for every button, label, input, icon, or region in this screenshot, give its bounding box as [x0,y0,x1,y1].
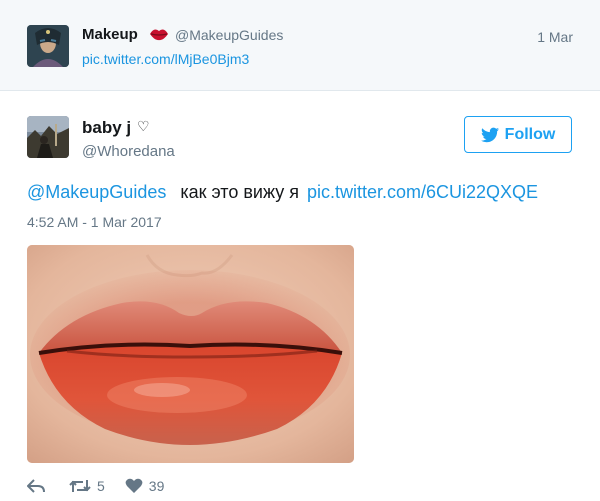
quoted-avatar-image [27,25,69,67]
author-name-heart: ♡ [137,118,150,134]
lips-kiss-icon [149,24,169,49]
quoted-tweet[interactable]: Makeup @MakeupGuides 1 Mar pic.twitter.c… [0,0,600,91]
author-handle[interactable]: @Whoredana [82,143,175,160]
author-avatar[interactable] [27,116,69,158]
twitter-bird-icon [480,127,499,142]
like-count: 39 [148,478,165,494]
quoted-date[interactable]: 1 Mar [537,29,573,45]
tweet-pic-link[interactable]: pic.twitter.com/6CUi22QXQE [307,182,538,202]
tweet-body-text: как это вижу я [180,182,299,202]
tweet-timestamp[interactable]: 4:52 AM - 1 Mar 2017 [27,214,162,230]
reply-button[interactable] [27,479,45,493]
like-button[interactable]: 39 [125,478,165,494]
reply-icon [27,479,45,493]
quoted-pic-link[interactable]: pic.twitter.com/lMjBe0Bjm3 [82,51,249,67]
quoted-avatar[interactable] [27,25,69,67]
retweet-icon [69,480,91,492]
author-avatar-image [27,116,69,158]
tweet-actions: 5 39 [27,476,164,496]
tweet-text: @MakeupGuides как это вижу я pic.twitter.c… [27,182,538,203]
tweet-photo[interactable] [27,245,354,463]
retweet-count: 5 [97,478,105,494]
quoted-handle[interactable]: @MakeupGuides [175,27,283,43]
follow-button-label: Follow [504,125,556,143]
lips-photo-image [27,245,354,463]
follow-button[interactable]: Follow [464,116,572,153]
mention-link[interactable]: @MakeupGuides [27,182,166,202]
retweet-button[interactable]: 5 [69,478,105,494]
author-display-name[interactable]: baby j [82,118,131,138]
heart-icon [125,478,143,493]
quoted-display-name[interactable]: Makeup [82,26,138,43]
